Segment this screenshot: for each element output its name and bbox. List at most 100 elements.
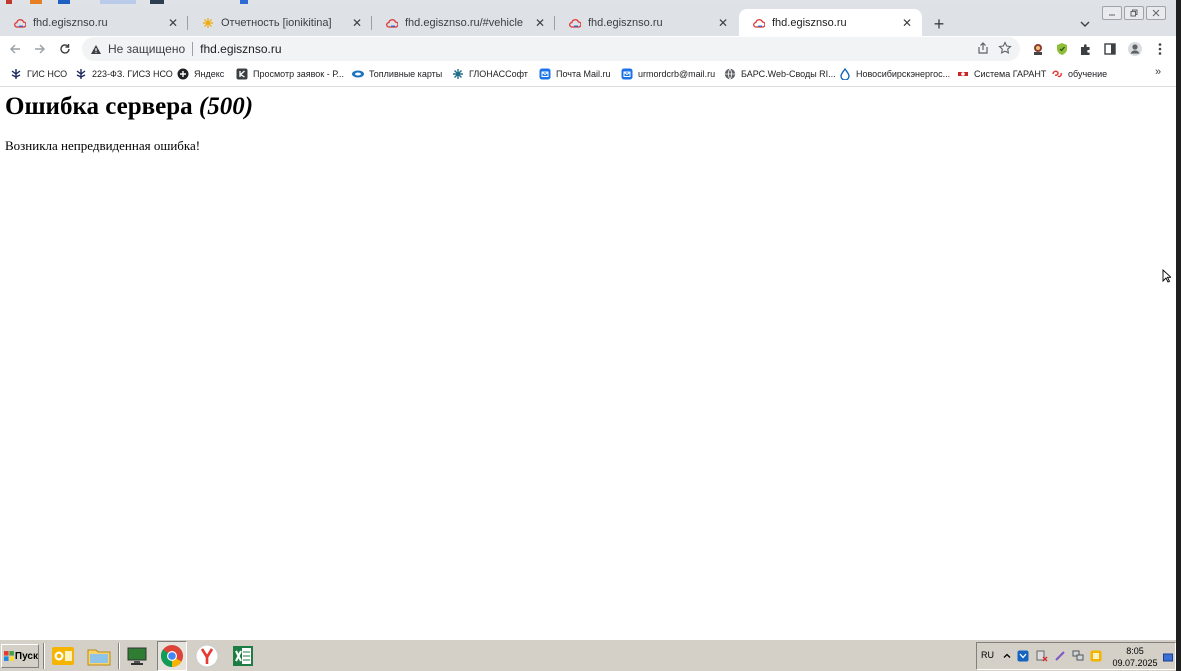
forward-button[interactable]	[31, 40, 49, 58]
close-tab-icon[interactable]: ✕	[900, 16, 914, 30]
puzzle-extensions-icon[interactable]	[1077, 40, 1095, 58]
shield-app-icon[interactable]	[1017, 650, 1029, 662]
bookmark-garant[interactable]: Система ГАРАНТ	[957, 67, 1046, 81]
bookmarks-bar: ГИС НСО 223-ФЗ. ГИСЗ НСО Яндекс Просмотр…	[0, 62, 1176, 87]
tab-3[interactable]: fhd.egisznso.ru/#vehicle ✕	[372, 9, 555, 36]
bookmark-yandex[interactable]: Яндекс	[177, 67, 224, 81]
tab-title: Отчетность [ionikitina]	[221, 16, 332, 29]
bookmark-223-fz[interactable]: 223-ФЗ. ГИСЗ НСО	[75, 67, 173, 81]
chevron-up-icon[interactable]	[1001, 650, 1013, 662]
address-bar[interactable]: Не защищено fhd.egisznso.ru	[82, 37, 1020, 61]
tab-2[interactable]: Отчетность [ionikitina] ✕	[188, 9, 372, 36]
arrow-right-icon	[35, 44, 45, 54]
bookmark-label: ГИС НСО	[27, 69, 68, 79]
bookmark-label: Почта Mail.ru	[556, 69, 611, 79]
url-text[interactable]: fhd.egisznso.ru	[200, 42, 281, 56]
sparkle-icon	[202, 17, 214, 29]
cloud-icon	[386, 17, 398, 29]
glonass-icon	[452, 68, 464, 80]
clock[interactable]: 8:05 09.07.2025	[1112, 645, 1158, 669]
bookmark-urmordcrb-mail[interactable]: urmordcrb@mail.ru	[621, 67, 715, 81]
window-edge	[1176, 0, 1181, 671]
k-icon	[236, 68, 248, 80]
bookmark-gis-nso[interactable]: ГИС НСО	[10, 67, 67, 81]
side-panel-icon[interactable]	[1101, 40, 1119, 58]
bookmarks-overflow-button[interactable]: »	[1155, 66, 1161, 78]
share-icon[interactable]	[976, 41, 990, 58]
close-window-button[interactable]	[1146, 6, 1166, 20]
explorer-button[interactable]	[84, 641, 114, 671]
excel-button[interactable]	[228, 641, 258, 671]
start-label: Пуск	[14, 650, 38, 662]
start-button[interactable]: Пуск	[1, 644, 39, 668]
cloud-icon	[753, 17, 765, 29]
bookmark-label: обучение	[1068, 69, 1108, 79]
emblem-icon	[10, 68, 22, 80]
bookmark-label: 223-ФЗ. ГИСЗ НСО	[92, 69, 173, 79]
error-heading: Ошибка сервера (500)	[5, 93, 253, 121]
bookmark-mail-ru[interactable]: Почта Mail.ru	[539, 67, 611, 81]
omnibox-divider	[192, 42, 194, 56]
security-status-label[interactable]: Не защищено	[108, 42, 185, 56]
bookmark-novosibirskenergo[interactable]: Новосибирскэнергос...	[839, 67, 950, 81]
tab-title: fhd.egisznso.ru	[772, 16, 847, 29]
pen-icon[interactable]	[1054, 650, 1066, 662]
close-tab-icon[interactable]: ✕	[716, 16, 730, 30]
bookmark-label: Новосибирскэнергос...	[856, 69, 951, 79]
excel-icon	[233, 646, 253, 666]
close-tab-icon[interactable]: ✕	[533, 16, 547, 30]
tab-title: fhd.egisznso.ru/#vehicle	[405, 16, 524, 29]
warning-triangle-icon[interactable]	[90, 43, 102, 55]
yandex-browser-button[interactable]	[192, 641, 222, 671]
clock-date: 09.07.2025	[1112, 658, 1158, 668]
tab-5-active[interactable]: fhd.egisznso.ru ✕	[739, 9, 922, 36]
network-icon[interactable]	[1072, 650, 1084, 662]
extension-shield-icon[interactable]	[1053, 40, 1071, 58]
drop-icon	[839, 68, 851, 80]
windows-logo-icon	[4, 651, 14, 661]
tab-1[interactable]: fhd.egisznso.ru ✕	[0, 9, 188, 36]
bookmark-glonass[interactable]: ГЛОНАССофт	[452, 67, 528, 81]
clock-time: 8:05	[1126, 646, 1144, 656]
reload-button[interactable]	[56, 40, 74, 58]
omnibox-actions	[976, 41, 1012, 58]
bookmark-bars-web[interactable]: БАРС.Web-Своды RI...	[724, 67, 836, 81]
outlook-button[interactable]	[48, 641, 78, 671]
browser-toolbar: Не защищено fhd.egisznso.ru	[0, 36, 1176, 62]
error-message: Возникла непредвиденная ошибка!	[5, 138, 201, 153]
restore-button[interactable]	[1124, 6, 1144, 20]
tab-4[interactable]: fhd.egisznso.ru ✕	[555, 9, 738, 36]
network-error-icon[interactable]	[1036, 650, 1048, 662]
remote-desktop-button[interactable]	[122, 641, 152, 671]
chrome-button[interactable]	[157, 641, 187, 671]
taskbar-separator	[118, 643, 120, 669]
back-button[interactable]	[6, 40, 24, 58]
tab-search-button[interactable]	[1079, 18, 1093, 30]
close-tab-icon[interactable]: ✕	[350, 16, 364, 30]
cloud-icon	[569, 17, 581, 29]
bookmark-label: Яндекс	[194, 69, 225, 79]
star-bookmark-icon[interactable]	[998, 41, 1012, 58]
notification-app-icon[interactable]	[1090, 650, 1102, 662]
close-tab-icon[interactable]: ✕	[166, 16, 180, 30]
menu-kebab-icon[interactable]	[1151, 40, 1169, 58]
mail-icon	[621, 68, 633, 80]
minimize-icon	[1109, 14, 1115, 16]
show-desktop-icon[interactable]	[1162, 652, 1174, 664]
bookmark-label: БАРС.Web-Своды RI...	[741, 69, 836, 79]
error-code: (500)	[198, 93, 254, 120]
reload-icon	[60, 44, 70, 54]
extension-avatar-icon[interactable]	[1029, 40, 1047, 58]
tab-strip: fhd.egisznso.ru ✕ Отчетность [ionikitina…	[0, 6, 1176, 36]
bookmark-requests[interactable]: Просмотр заявок - Р...	[236, 67, 344, 81]
bookmark-training[interactable]: обучение	[1051, 67, 1107, 81]
bookmark-fuel-cards[interactable]: Топливные карты	[352, 67, 442, 81]
language-indicator[interactable]: RU	[981, 650, 994, 660]
folder-icon	[87, 649, 111, 666]
minimize-button[interactable]	[1102, 6, 1122, 20]
outlook-icon	[52, 647, 74, 665]
bookmark-label: Просмотр заявок - Р...	[253, 69, 345, 79]
profile-avatar-icon[interactable]	[1126, 40, 1144, 58]
new-tab-button[interactable]: +	[930, 15, 948, 33]
fuel-card-icon	[352, 68, 364, 80]
